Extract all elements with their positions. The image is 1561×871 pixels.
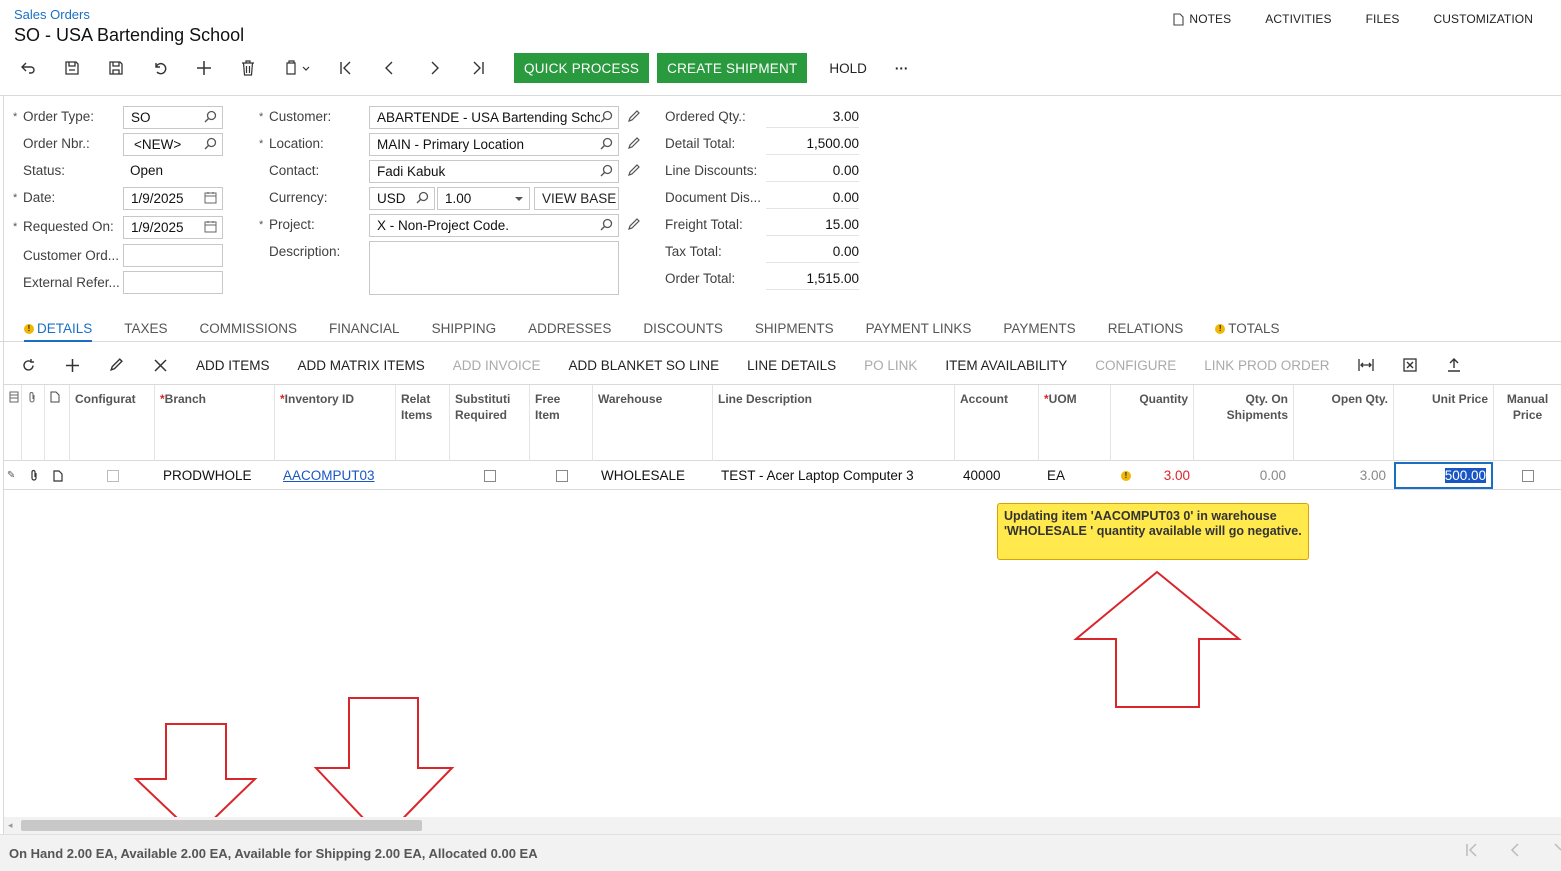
availability-status: On Hand 2.00 EA, Available 2.00 EA, Avai…: [9, 846, 538, 861]
first-page-icon[interactable]: [1465, 843, 1479, 857]
next-page-icon[interactable]: [1553, 843, 1561, 857]
up-arrow-annotation: [1073, 570, 1242, 708]
annotation-arrows: [133, 570, 1242, 841]
scroll-left-icon[interactable]: ◂: [8, 820, 13, 831]
prev-page-icon[interactable]: [1509, 843, 1523, 857]
pager: [1465, 843, 1561, 857]
scrollbar-thumb[interactable]: [21, 820, 422, 831]
